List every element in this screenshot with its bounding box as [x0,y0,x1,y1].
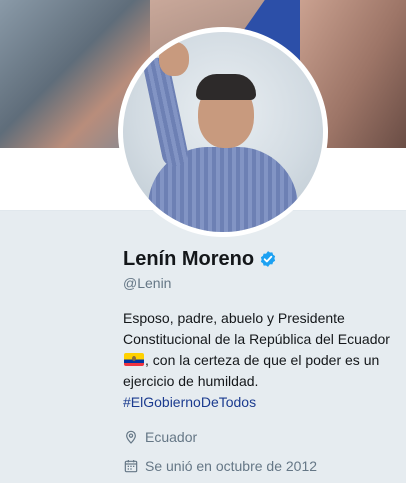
ecuador-flag-icon [124,353,144,366]
profile-card: Lenín Moreno @Lenin Esposo, padre, abuel… [123,245,393,483]
verified-badge-icon[interactable] [259,250,277,268]
name-row: Lenín Moreno [123,245,393,273]
avatar-photo [123,32,323,232]
profile-location: Ecuador [145,429,198,445]
location-row: Ecuador [123,425,393,449]
avatar-hair [196,74,256,100]
profile-avatar[interactable] [118,27,328,237]
bio-text-part2: , con la certeza de que el poder es un e… [123,352,380,389]
calendar-icon [124,460,138,473]
profile-bio: Esposo, padre, abuelo y Presidente Const… [123,308,393,413]
bio-text-part1: Esposo, padre, abuelo y Presidente Const… [123,310,390,347]
profile-handle[interactable]: @Lenin [123,275,393,291]
bio-hashtag-link[interactable]: #ElGobiernoDeTodos [123,394,256,410]
profile-joined-date: Se unió en octubre de 2012 [145,458,318,474]
profile-meta: Ecuador Se unió en octubre de 2012 [123,425,393,478]
location-pin-icon [126,430,136,444]
joined-row: Se unió en octubre de 2012 [123,454,393,478]
profile-name[interactable]: Lenín Moreno [123,248,254,271]
avatar-waving-hand [159,42,189,76]
